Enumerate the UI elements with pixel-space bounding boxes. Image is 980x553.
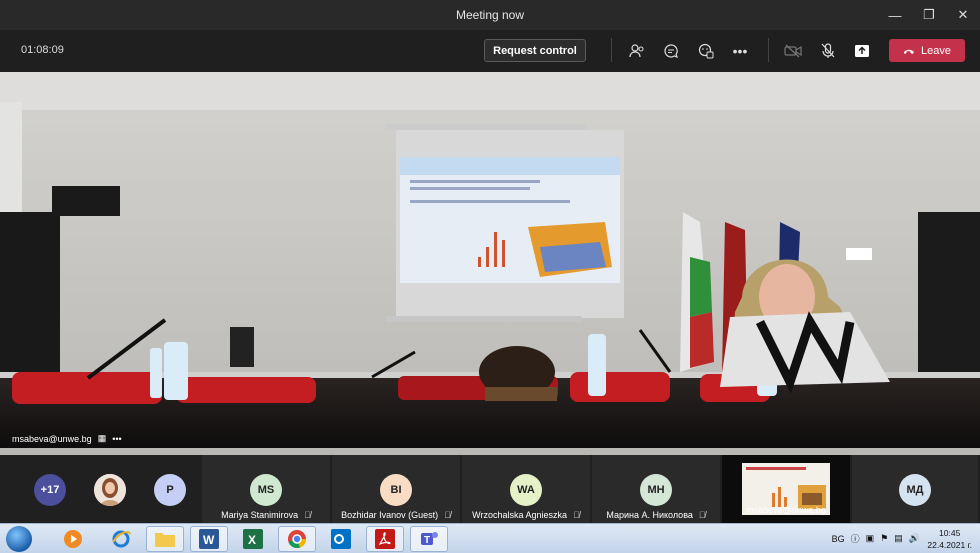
avatar: WA [510,474,542,506]
internet-explorer-icon[interactable] [102,526,140,552]
avatar: P [154,474,186,506]
file-explorer-icon[interactable] [146,526,184,552]
share-screen-icon[interactable] [852,41,872,61]
network-icon[interactable]: ▤ [894,533,903,544]
meeting-toolbar: 01:08:09 Request control ••• Leave [0,30,980,72]
participants-icon[interactable] [627,41,647,61]
svg-text:T: T [424,535,430,546]
chat-icon[interactable] [661,41,681,61]
avatar [94,474,126,506]
reactions-icon[interactable] [696,41,716,61]
camera-off-icon[interactable] [783,41,803,61]
meeting-timer: 01:08:09 [21,44,64,56]
svg-text:X: X [248,533,256,547]
window-title: Meeting now [455,8,525,22]
phone-hangup-icon [904,49,914,54]
clock-date: 22.4.2021 г. [927,540,972,550]
participant-photo-tile[interactable] [86,455,134,523]
window-controls: — ❐ ✕ [878,0,980,30]
excel-icon[interactable]: X [234,526,272,552]
mic-off-icon[interactable] [818,41,838,61]
overflow-count: +17 [34,474,66,506]
participant-tile-p[interactable]: P [146,455,194,523]
system-tray: BG ⓘ ▣ ⚑ ▤ 🔊 [832,532,920,545]
start-button[interactable] [6,526,32,552]
flag-icon[interactable]: ⚑ [880,533,888,544]
mic-off-icon: 🎙̸ [573,510,580,520]
system-clock[interactable]: 10:45 22.4.2021 г. [927,527,972,551]
tray-app-icon[interactable]: ▣ [866,533,875,544]
media-player-icon[interactable] [54,526,92,552]
volume-icon[interactable]: 🔊 [909,533,920,544]
participant-tile-ms[interactable]: MS Mariya Stanimirova 🎙̸ [202,455,330,523]
chrome-icon[interactable] [278,526,316,552]
main-video-feed [0,72,980,455]
windows-taskbar: W X T BG ⓘ ▣ ⚑ ▤ 🔊 10:45 22.4.2021 г. [0,523,980,553]
participant-name: msabeva@unwe.bg [746,505,826,515]
outlook-icon[interactable] [322,526,360,552]
main-video-label: msabeva@unwe.bg ▦ ••• [12,433,122,444]
participant-name: Bozhidar Ivanov (Guest) 🎙̸ [341,510,451,520]
svg-text:W: W [203,533,215,547]
more-options-icon[interactable]: ••• [730,41,750,61]
window-title-bar: Meeting now — ❐ ✕ [0,0,980,30]
participant-tile-bi[interactable]: BI Bozhidar Ivanov (Guest) 🎙̸ [332,455,460,523]
mic-off-icon: 🎙̸ [304,510,311,520]
toolbar-divider [768,38,769,62]
minimize-icon[interactable]: — [878,0,912,30]
participant-name: Wrzochalska Agnieszka 🎙̸ [472,510,580,520]
restore-icon[interactable]: ❐ [912,0,946,30]
participant-name: Mariya Stanimirova 🎙̸ [221,510,311,520]
acrobat-icon[interactable] [366,526,404,552]
mic-off-icon: 🎙̸ [444,510,451,520]
avatar: МД [899,474,931,506]
clock-time: 10:45 [939,528,961,538]
teams-icon[interactable]: T [410,526,448,552]
participant-tile-wa[interactable]: WA Wrzochalska Agnieszka 🎙̸ [462,455,590,523]
leave-button[interactable]: Leave [889,39,965,62]
avatar: МН [640,474,672,506]
leave-label: Leave [921,44,951,57]
participant-tile-md[interactable]: МД [852,455,978,523]
presenter-name: msabeva@unwe.bg [12,433,92,444]
participant-overflow-tile[interactable]: +17 [26,455,74,523]
close-icon[interactable]: ✕ [946,0,980,30]
mic-off-icon: 🎙̸ [698,510,706,520]
avatar: BI [380,474,412,506]
participant-screen-share-tile[interactable]: msabeva@unwe.bg [722,455,850,523]
conference-room-scene [0,72,980,455]
request-control-button[interactable]: Request control [484,39,586,62]
participant-strip: +17 P MS Mariya Stanimirova 🎙̸ BI Bozhida… [0,455,980,523]
participant-tile-mn[interactable]: МН Марина А. Николова 🎙̸ [592,455,720,523]
participant-name: Марина А. Николова 🎙̸ [606,510,706,520]
avatar: MS [250,474,282,506]
screen-share-indicator-icon: ▦ [97,433,107,443]
help-icon[interactable]: ⓘ [851,532,860,545]
toolbar-divider [611,38,612,62]
language-indicator[interactable]: BG [832,534,845,544]
video-more-icon[interactable]: ••• [112,434,121,444]
word-icon[interactable]: W [190,526,228,552]
